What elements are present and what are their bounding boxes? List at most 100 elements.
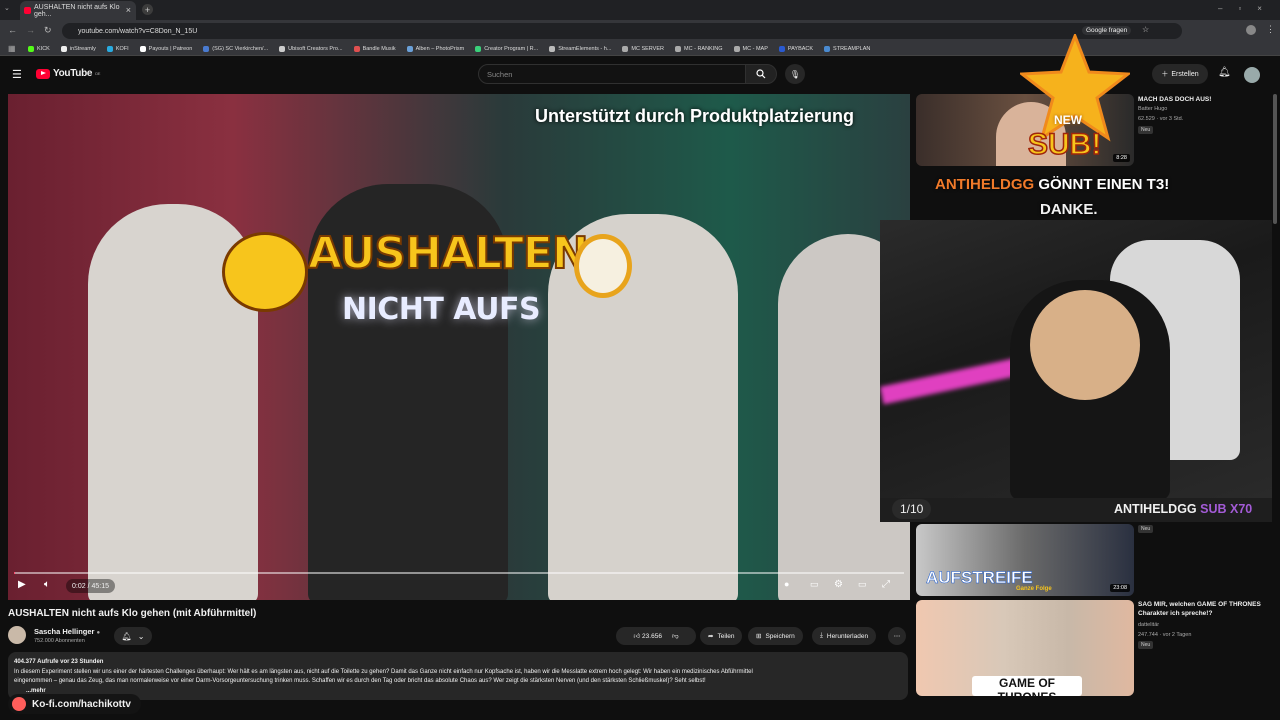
download-icon: ⤓ [820,632,823,639]
forward-icon[interactable]: → [26,25,35,35]
bookmark-item[interactable]: MC - MAP [733,45,768,52]
alert-new-label: NEW [1054,113,1082,127]
bookmark-item[interactable]: KOFI [106,45,129,52]
url-bar[interactable]: youtube.com/watch?v=C8Don_N_15U [62,23,1182,39]
notifications-bell-icon[interactable]: 🔔︎ [1218,67,1231,78]
bookmark-favicon-icon [675,45,681,52]
download-button[interactable]: ⤓ Herunterladen [812,627,877,645]
theater-mode-icon[interactable]: ▭ [858,579,867,590]
bookmark-item[interactable]: Creator Program | R... [475,45,538,52]
bookmark-item[interactable]: STREAMPLAN [824,45,870,52]
profile-avatar[interactable] [1246,25,1256,35]
bookmark-item[interactable]: MC SERVER [622,45,664,52]
bookmark-item[interactable]: Ubisoft Creators Pro... [279,45,343,52]
voice-search-button[interactable]: 🎙 [785,64,805,84]
mic-icon: 🎙 [789,69,801,79]
description-line: eingenommen – genau das Zeug, das man no… [14,678,706,684]
bookmark-item[interactable]: StreamElements - h... [549,45,611,52]
share-button[interactable]: ➦ Teilen [700,627,743,645]
play-icon[interactable]: ▶ [18,579,26,590]
recommendation-title[interactable]: SAG MIR, welchen GAME OF THRONES Charakt… [1138,600,1278,618]
new-tab-button[interactable]: + [142,4,153,15]
chevron-down-icon: ⌄ [137,631,145,641]
menu-icon[interactable]: ☰ [12,68,22,81]
views-and-date: 404.377 Aufrufe vor 23 Stunden [14,659,104,665]
close-tab-icon[interactable]: × [126,5,131,15]
youtube-logo[interactable]: YouTube DE [36,68,100,79]
alert-message: ANTIHELDGG GÖNNT EINEN T3! [935,176,1170,193]
recommendation-meta: 62.529 · vor 3 Std. [1138,116,1184,122]
browser-tab[interactable]: AUSHALTEN nicht aufs Klo geh... × [20,1,136,20]
search-input[interactable]: Suchen [478,64,746,84]
kofi-cup-icon [12,697,26,711]
search-icon [756,69,766,79]
thumbs-up-icon: 👍︎ [633,633,641,640]
bookmark-favicon-icon [353,45,360,52]
subtitles-icon[interactable]: ▭ [810,579,819,590]
settings-gear-icon[interactable]: ⚙ [834,579,843,590]
bookmark-favicon-icon [778,45,785,52]
reload-icon[interactable]: ↻ [44,25,52,36]
bookmark-item[interactable]: inStreamly [60,45,96,52]
channel-avatar[interactable] [8,626,26,644]
bookmark-favicon-icon [824,45,831,52]
dislike-button[interactable]: 👎︎ [672,632,679,640]
subscription-bell-button[interactable]: 🔔︎ ⌄ [114,627,152,645]
browser-menu-icon[interactable]: ⋮ [1266,24,1275,35]
autoplay-toggle-icon[interactable]: ● [784,579,789,589]
progress-knob[interactable] [14,572,904,574]
recommendation-channel[interactable]: dattelitär [1138,621,1159,629]
streamer-hair [1030,290,1140,400]
bookmark-item[interactable]: KICK [28,45,50,52]
recommendation-thumbnail[interactable]: AUFSTREIFE Ganze Folge 23:08 [916,524,1134,596]
subscriber-count: 752.000 Abonnenten [34,638,85,644]
apps-grid-icon[interactable]: ▦ [8,44,16,53]
thumbnail-text: GAME OF THRONES [972,676,1082,696]
more-icon: ⋯ [893,633,901,640]
bookmark-item[interactable]: (SG) SC Vierkirchen/... [203,45,268,52]
back-icon[interactable]: ← [8,25,17,35]
bookmark-item[interactable]: Alben – PhotoPrism [406,45,464,52]
search-button[interactable] [745,64,777,84]
fullscreen-icon[interactable]: ⤢ [882,579,890,590]
video-title: AUSHALTEN nicht aufs Klo gehen (mit Abfü… [8,608,257,619]
volume-icon[interactable]: 🔈︎ [44,579,50,590]
star-icon[interactable]: ☆ [1142,25,1149,34]
tab-search-icon[interactable]: ⌄ [4,4,10,12]
bookmark-item[interactable]: MC - RANKING [675,45,723,52]
bookmark-favicon-icon [60,45,67,52]
bookmark-item[interactable]: Bandle Musik [353,45,396,52]
create-button[interactable]: ＋ Erstellen [1152,64,1208,84]
description-box[interactable]: 404.377 Aufrufe vor 23 Stunden In diesem… [8,652,908,700]
recommendation-channel[interactable]: Batter Hugo [1138,105,1167,113]
thumbnail-subtext: Ganze Folge [1016,586,1052,592]
video-overlay-title: AUSHALTEN [307,227,590,280]
recommendation-thumbnail[interactable]: GAME OF THRONES [916,600,1134,696]
scrollbar-thumb[interactable] [1273,94,1277,224]
bookmark-item[interactable]: Payouts | Patreon [139,45,192,52]
show-more-link[interactable]: ...mehr [14,687,902,697]
bookmark-favicon-icon [106,45,113,52]
video-duration: 23:08 [1110,584,1130,592]
tab-title: AUSHALTEN nicht aufs Klo geh... [34,3,120,18]
save-button[interactable]: ⊞ Speichern [748,627,803,645]
kofi-banner: Ko-fi.com/hachikottv [8,694,141,714]
browser-tab-bar [0,0,1280,20]
bookmark-item[interactable]: PAYBACK [778,45,813,52]
like-button[interactable]: 👍︎ 23.656 [633,632,662,640]
account-avatar[interactable] [1244,67,1260,83]
channel-name[interactable]: Sascha Hellinger ● [34,627,100,636]
like-dislike-group: 👍︎ 23.656 👎︎ [616,627,696,645]
bookmark-favicon-icon [28,45,34,52]
video-player[interactable] [8,94,910,600]
more-actions-button[interactable]: ⋯ [888,627,906,645]
page-scrollbar[interactable] [1272,94,1278,694]
bookmark-favicon-icon [279,45,286,52]
webcam-overlay [880,220,1272,498]
bookmark-favicon-icon [622,45,629,52]
window-controls[interactable]: –▫× [1218,4,1278,13]
bookmark-favicon-icon [406,45,413,52]
save-icon: ⊞ [756,633,762,640]
video-duration: 8:28 [1113,154,1130,162]
recommendation-title[interactable]: MACH DAS DOCH AUS! [1138,95,1278,104]
